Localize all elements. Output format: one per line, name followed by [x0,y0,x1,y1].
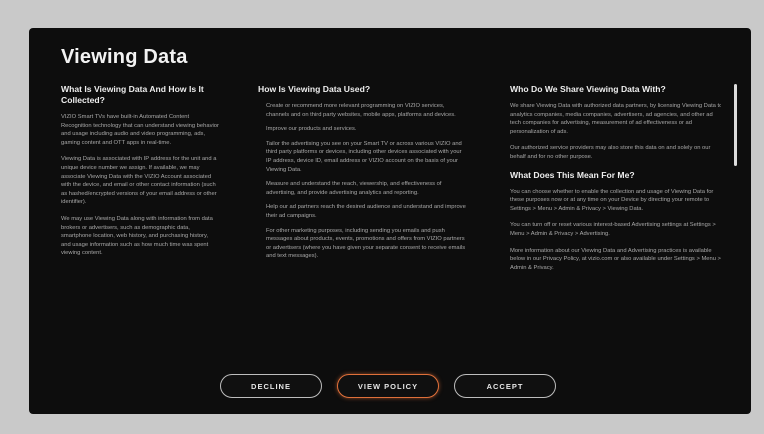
heading-meaning: What Does This Mean For Me? [510,169,635,180]
paragraph: VIZIO Smart TVs have built-in Automated … [61,114,219,146]
viewing-data-dialog: Viewing Data What Is Viewing Data And Ho… [29,28,751,414]
column-collection: What Is Viewing Data And How Is It Colle… [61,84,219,374]
heading-sharing: Who Do We Share Viewing Data With? [510,84,666,94]
list-item: Tailor the advertising you see on your S… [266,140,468,174]
list-item: Help our ad partners reach the desired a… [266,203,468,220]
button-bar: DECLINE VIEW POLICY ACCEPT [29,374,751,400]
paragraph: We may use Viewing Data along with infor… [61,215,213,257]
column-usage: How Is Viewing Data Used? Create or reco… [258,84,468,374]
scrollbar-thumb[interactable] [734,84,737,166]
scrollbar[interactable] [734,84,737,294]
paragraph: We share Viewing Data with authorized da… [510,103,721,135]
heading-usage: How Is Viewing Data Used? [258,84,371,94]
paragraph: You can turn off or reset various intere… [510,222,716,237]
paragraph: You can choose whether to enable the col… [510,188,714,212]
accept-button[interactable]: ACCEPT [454,374,556,398]
paragraph: Our authorized service providers may als… [510,145,711,160]
list-item: Measure and understand the reach, viewer… [266,180,468,197]
content-columns: What Is Viewing Data And How Is It Colle… [61,84,721,374]
usage-list: Create or recommend more relevant progra… [258,102,468,261]
heading-collection: What Is Viewing Data And How Is It Colle… [61,84,204,105]
paragraph: Viewing Data is associated with IP addre… [61,156,217,206]
dialog-title: Viewing Data [61,46,188,68]
list-item: Create or recommend more relevant progra… [266,102,468,119]
paragraph: More information about our Viewing Data … [510,247,721,271]
list-item: Improve our products and services. [266,125,468,134]
column-sharing: Who Do We Share Viewing Data With? We sh… [510,84,721,374]
decline-button[interactable]: DECLINE [220,374,322,398]
view-policy-button[interactable]: VIEW POLICY [337,374,439,398]
list-item: For other marketing purposes, including … [266,227,468,261]
